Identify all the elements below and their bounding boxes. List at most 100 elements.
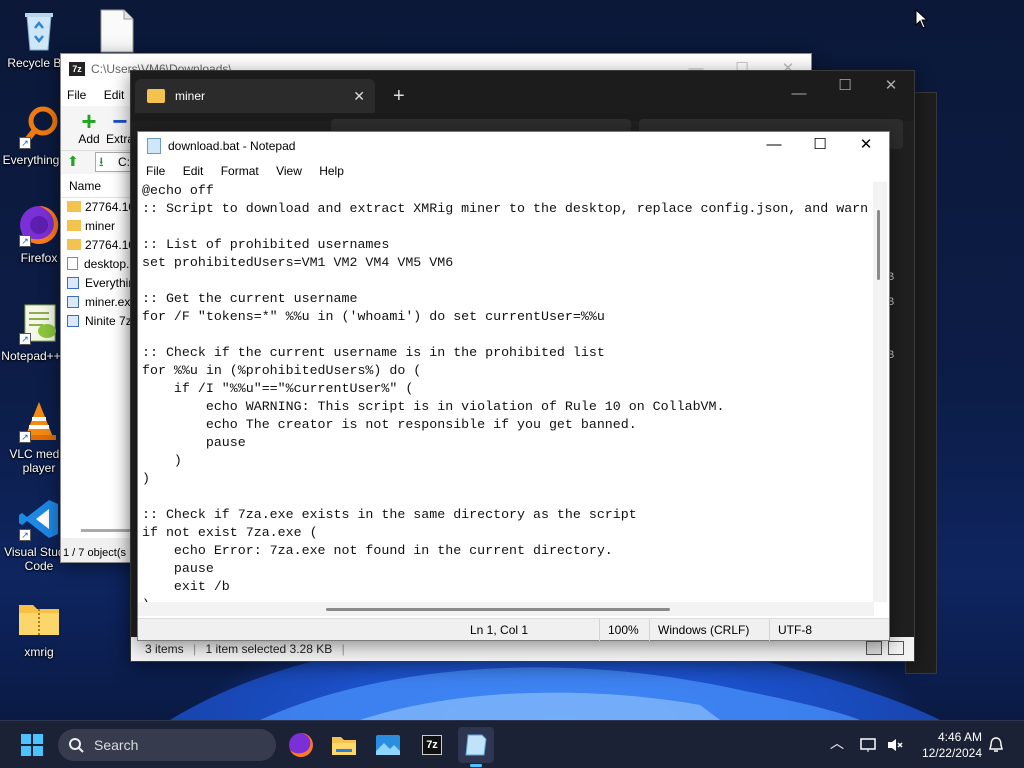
editor-line: if not exist 7za.exe (: [142, 525, 318, 540]
minimize-button[interactable]: —: [776, 79, 822, 109]
editor-line: :: Script to download and extract XMRig …: [142, 201, 869, 216]
notepad-app-icon: [147, 138, 161, 154]
photos-icon: [376, 735, 400, 755]
windows-logo-icon: [21, 734, 43, 756]
cursor-position: Ln 1, Col 1: [470, 623, 529, 637]
sevenzip-status: 1 / 7 object(s: [61, 544, 141, 562]
chevron-up-icon[interactable]: ︿: [830, 733, 844, 753]
notepad-window[interactable]: download.bat - Notepad — ☐ ✕ File Edit F…: [137, 131, 890, 641]
line-ending: Windows (CRLF): [649, 619, 749, 641]
maximize-button[interactable]: ☐: [797, 131, 843, 159]
text-editor[interactable]: @echo off:: Script to download and extra…: [138, 182, 874, 602]
notepad-plus-plus-icon: ↗: [17, 301, 61, 345]
horizontal-scrollbar[interactable]: [138, 602, 874, 616]
up-folder-icon[interactable]: ⬆: [67, 153, 79, 170]
editor-line: :: Check if 7za.exe exists in the same d…: [142, 507, 637, 522]
folder-icon: [67, 220, 81, 231]
editor-line: if /I "%%u"=="%currentUser%" (: [142, 381, 414, 396]
editor-line: :: Get the current username: [142, 291, 358, 306]
firefox-icon: [289, 733, 313, 757]
scrollbar-thumb[interactable]: [877, 210, 880, 280]
taskbar-search[interactable]: Search: [58, 729, 276, 761]
menu-help[interactable]: Help: [319, 164, 344, 178]
shortcut-arrow-icon: ↗: [19, 529, 31, 541]
menu-format[interactable]: Format: [221, 164, 259, 178]
desktop-icon-label: xmrig: [24, 645, 54, 659]
zoom-level: 100%: [599, 619, 639, 641]
settings-file-icon: [67, 257, 78, 270]
everything-search-icon: ↗: [17, 105, 61, 149]
desktop-icon-file[interactable]: [100, 9, 134, 53]
vertical-scrollbar[interactable]: [873, 182, 887, 602]
zip-folder-icon: [67, 201, 81, 212]
desktop-icon-label: Notepad++: [1, 349, 61, 363]
taskbar-clock[interactable]: 4:46 AM 12/22/2024: [922, 729, 982, 761]
exe-file-icon: [67, 277, 79, 289]
add-button[interactable]: + Add: [69, 106, 109, 146]
taskbar-notepad[interactable]: [458, 727, 494, 767]
firefox-icon: ↗: [17, 203, 61, 247]
desktop-icon-xmrig[interactable]: xmrig: [1, 597, 77, 659]
plus-icon: +: [81, 106, 97, 136]
taskbar-firefox[interactable]: [283, 727, 319, 763]
start-button[interactable]: [14, 727, 50, 763]
zip-folder-icon: [17, 597, 61, 641]
editor-line: pause: [142, 435, 246, 450]
scrollbar-thumb[interactable]: [326, 608, 670, 611]
editor-line: for /F "tokens=*" %%u in ('whoami') do s…: [142, 309, 605, 324]
file-icon: [100, 9, 134, 53]
shortcut-arrow-icon: ↗: [19, 235, 31, 247]
tiles-view-icon[interactable]: [888, 641, 904, 655]
editor-line: echo The creator is not responsible if y…: [142, 417, 637, 432]
close-tab-icon[interactable]: ✕: [353, 79, 365, 113]
sevenzip-hscroll-thumb[interactable]: [81, 529, 131, 532]
close-button[interactable]: ✕: [843, 131, 889, 159]
recycle-bin-icon: [17, 8, 61, 52]
sevenzip-app-icon: 7z: [422, 735, 442, 755]
details-view-icon[interactable]: [866, 641, 882, 655]
selection-info: 1 item selected 3.28 KB: [205, 642, 333, 656]
shortcut-arrow-icon: ↗: [19, 137, 31, 149]
folder-icon: [332, 737, 356, 755]
search-icon: [69, 738, 84, 753]
editor-line: echo WARNING: This script is in violatio…: [142, 399, 725, 414]
minimize-button[interactable]: —: [751, 131, 797, 159]
editor-line: set prohibitedUsers=VM1 VM2 VM4 VM5 VM6: [142, 255, 454, 270]
taskbar-photos[interactable]: [370, 727, 406, 763]
sevenzip-app-icon: 7z: [69, 62, 85, 76]
download-arrow-icon: ⭳: [99, 154, 104, 169]
exe-file-icon: [67, 296, 79, 308]
volume-muted-icon[interactable]: [886, 737, 904, 753]
tab-miner[interactable]: miner ✕: [135, 79, 375, 113]
editor-line: ): [142, 471, 150, 486]
menu-file[interactable]: File: [67, 88, 86, 102]
taskbar: Search 7z ︿ 4:46 AM 12/22/2024: [0, 720, 1024, 768]
vscode-icon: ↗: [17, 497, 61, 541]
notepad-titlebar[interactable]: download.bat - Notepad — ☐ ✕: [138, 132, 889, 160]
maximize-button[interactable]: ☐: [822, 71, 868, 101]
menu-view[interactable]: View: [276, 164, 302, 178]
active-indicator: [470, 764, 482, 767]
notepad-menubar: File Edit Format View Help: [138, 160, 889, 182]
shortcut-arrow-icon: ↗: [19, 333, 31, 345]
network-icon[interactable]: [860, 737, 878, 753]
shortcut-arrow-icon: ↗: [19, 431, 31, 443]
menu-edit[interactable]: Edit: [104, 88, 125, 102]
taskbar-7zip[interactable]: 7z: [414, 727, 450, 763]
notification-bell-icon[interactable]: [988, 736, 1004, 754]
clock-time: 4:46 AM: [937, 730, 982, 744]
notepad-app-icon: [465, 734, 487, 756]
editor-line: :: List of prohibited usernames: [142, 237, 390, 252]
menu-edit[interactable]: Edit: [183, 164, 204, 178]
taskbar-file-explorer[interactable]: [326, 727, 362, 763]
menu-file[interactable]: File: [146, 164, 165, 178]
editor-line: ): [142, 453, 182, 468]
editor-line: for %%u in (%prohibitedUsers%) do (: [142, 363, 422, 378]
new-tab-button[interactable]: +: [393, 79, 405, 113]
mouse-cursor-icon: [915, 9, 929, 29]
close-button[interactable]: ✕: [868, 71, 914, 101]
exe-file-icon: [67, 315, 79, 327]
